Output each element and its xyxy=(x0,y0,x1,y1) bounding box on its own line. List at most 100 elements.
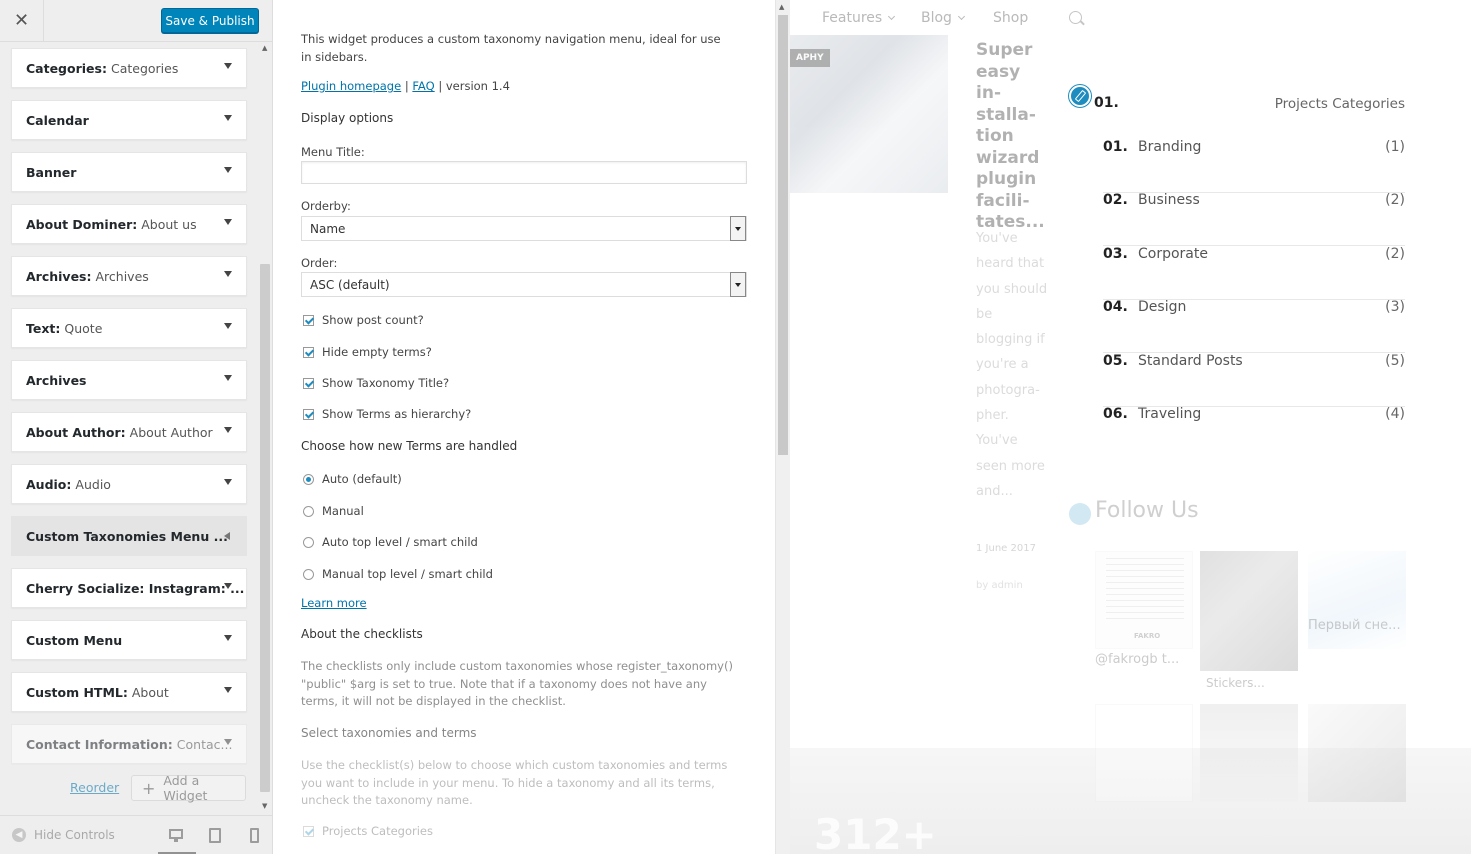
edit-pencil-icon[interactable] xyxy=(1069,85,1091,107)
category-item[interactable]: 06. Traveling (4) xyxy=(1103,406,1405,460)
post-thumbnail[interactable]: APHY xyxy=(790,35,948,193)
post-title[interactable]: Super easy in­stalla­tion wizard plugin … xyxy=(976,40,1048,234)
instagram-image[interactable] xyxy=(1308,551,1406,649)
nav-blog[interactable]: Blog xyxy=(921,10,965,26)
category-item[interactable]: 03. Corporate (2) xyxy=(1103,246,1405,300)
checkbox-checked-icon[interactable] xyxy=(303,408,314,420)
post-author[interactable]: by admin xyxy=(976,580,1023,591)
widget-about-dominer[interactable]: About Dominer: About us xyxy=(11,204,247,244)
widget-contact-information[interactable]: Contact Information: Contac... xyxy=(11,724,247,764)
radio-selected-icon[interactable] xyxy=(303,473,314,485)
category-name[interactable]: Business xyxy=(1138,192,1200,208)
expand-arrow-icon[interactable] xyxy=(224,635,232,641)
widget-archives[interactable]: Archives xyxy=(11,360,247,400)
form-scrollbar[interactable]: ▲ xyxy=(775,0,790,854)
faq-link[interactable]: FAQ xyxy=(412,79,434,93)
expand-arrow-icon[interactable] xyxy=(224,479,232,485)
orderby-select[interactable]: Name xyxy=(301,216,747,241)
close-icon[interactable]: ✕ xyxy=(0,0,44,41)
radio-icon[interactable] xyxy=(303,536,314,548)
expand-arrow-icon[interactable] xyxy=(224,323,232,329)
category-item[interactable]: 04. Design (3) xyxy=(1103,299,1405,353)
expand-arrow-icon[interactable] xyxy=(224,583,232,589)
checkbox-checked-icon[interactable] xyxy=(303,346,314,358)
search-icon[interactable] xyxy=(1069,11,1082,24)
category-name[interactable]: Branding xyxy=(1138,139,1201,155)
category-name[interactable]: Standard Posts xyxy=(1138,353,1243,369)
add-widget-button[interactable]: + Add a Widget xyxy=(131,773,246,803)
projects-categories-checkbox[interactable]: Projects Categories xyxy=(303,824,433,838)
widget-custom-html[interactable]: Custom HTML: About xyxy=(11,672,247,712)
desktop-icon[interactable] xyxy=(168,828,184,843)
mobile-icon[interactable] xyxy=(248,828,264,843)
show-taxonomy-title-checkbox[interactable]: Show Taxonomy Title? xyxy=(303,376,449,390)
widget-cherry-socialize[interactable]: Cherry Socialize: Instagram: ... xyxy=(11,568,247,608)
chevron-down-icon[interactable] xyxy=(730,272,746,297)
widget-custom-taxonomies-menu[interactable]: Custom Taxonomies Menu ... xyxy=(11,516,247,556)
scroll-up-icon[interactable]: ▲ xyxy=(262,44,267,52)
expand-arrow-icon[interactable] xyxy=(224,427,232,433)
hide-controls-button[interactable]: ◀ Hide Controls xyxy=(12,828,115,842)
checkbox-checked-icon[interactable] xyxy=(303,377,314,389)
order-select[interactable]: ASC (default) xyxy=(301,272,747,297)
category-item[interactable]: 02. Business (2) xyxy=(1103,192,1405,246)
widget-audio[interactable]: Audio: Audio xyxy=(11,464,247,504)
instagram-image[interactable] xyxy=(1308,704,1406,802)
widget-title: Calendar xyxy=(26,112,89,128)
instagram-image[interactable] xyxy=(1095,704,1193,802)
tablet-icon[interactable] xyxy=(208,828,224,843)
expand-arrow-icon[interactable] xyxy=(224,219,232,225)
widget-about-author[interactable]: About Author: About Author xyxy=(11,412,247,452)
scroll-up-icon[interactable]: ▲ xyxy=(779,3,784,11)
radio-auto-default[interactable]: Auto (default) xyxy=(303,472,402,486)
sidebar-scrollbar[interactable]: ▲ ▼ xyxy=(259,42,272,812)
instagram-image[interactable]: FAKRO xyxy=(1095,551,1193,649)
expand-arrow-icon[interactable] xyxy=(224,739,232,745)
expand-arrow-icon[interactable] xyxy=(224,115,232,121)
nav-features[interactable]: Features xyxy=(822,10,896,26)
show-terms-hierarchy-checkbox[interactable]: Show Terms as hierarchy? xyxy=(303,407,471,421)
widget-calendar[interactable]: Calendar xyxy=(11,100,247,140)
learn-more-link[interactable]: Learn more xyxy=(301,596,367,610)
instagram-image[interactable] xyxy=(1200,551,1298,671)
plugin-homepage-link[interactable]: Plugin homepage xyxy=(301,79,401,93)
scrollbar-thumb[interactable] xyxy=(260,264,270,792)
expand-arrow-icon[interactable] xyxy=(224,687,232,693)
separator: | xyxy=(404,79,409,93)
category-name[interactable]: Traveling xyxy=(1138,406,1201,422)
hide-empty-terms-checkbox[interactable]: Hide empty terms? xyxy=(303,345,432,359)
checkbox-checked-icon[interactable] xyxy=(303,314,314,326)
expand-arrow-icon[interactable] xyxy=(224,271,232,277)
collapse-arrow-icon[interactable] xyxy=(224,532,230,540)
expand-arrow-icon[interactable] xyxy=(224,375,232,381)
instagram-caption: @fakrogb t... xyxy=(1095,652,1180,667)
expand-arrow-icon[interactable] xyxy=(224,63,232,69)
widget-archives-titled[interactable]: Archives: Archives xyxy=(11,256,247,296)
instagram-image[interactable] xyxy=(1200,704,1298,802)
radio-manual-top-level[interactable]: Manual top level / smart child xyxy=(303,567,493,581)
category-name[interactable]: Corporate xyxy=(1138,246,1208,262)
widget-categories[interactable]: Categories: Categories xyxy=(11,48,247,88)
category-name[interactable]: Design xyxy=(1138,299,1186,315)
widget-subtitle: About xyxy=(131,684,169,700)
category-item[interactable]: 01. Branding (1) xyxy=(1103,139,1405,193)
widget-text-quote[interactable]: Text: Quote xyxy=(11,308,247,348)
chevron-down-icon[interactable] xyxy=(730,216,746,241)
category-item[interactable]: 05. Standard Posts (5) xyxy=(1103,353,1405,407)
radio-manual[interactable]: Manual xyxy=(303,504,364,518)
checkbox-checked-icon[interactable] xyxy=(303,825,314,837)
save-publish-button[interactable]: Save & Publish xyxy=(161,8,259,33)
radio-icon[interactable] xyxy=(303,568,314,580)
edit-pencil-icon[interactable] xyxy=(1069,503,1091,525)
widget-banner[interactable]: Banner xyxy=(11,152,247,192)
radio-icon[interactable] xyxy=(303,505,314,517)
menu-title-input[interactable] xyxy=(301,161,747,184)
radio-auto-top-level[interactable]: Auto top level / smart child xyxy=(303,535,478,549)
scrollbar-thumb[interactable] xyxy=(778,15,788,455)
widget-custom-menu[interactable]: Custom Menu xyxy=(11,620,247,660)
show-post-count-checkbox[interactable]: Show post count? xyxy=(303,313,424,327)
reorder-link[interactable]: Reorder xyxy=(70,780,119,795)
nav-shop[interactable]: Shop xyxy=(993,10,1028,26)
scroll-down-icon[interactable]: ▼ xyxy=(262,802,267,810)
expand-arrow-icon[interactable] xyxy=(224,167,232,173)
